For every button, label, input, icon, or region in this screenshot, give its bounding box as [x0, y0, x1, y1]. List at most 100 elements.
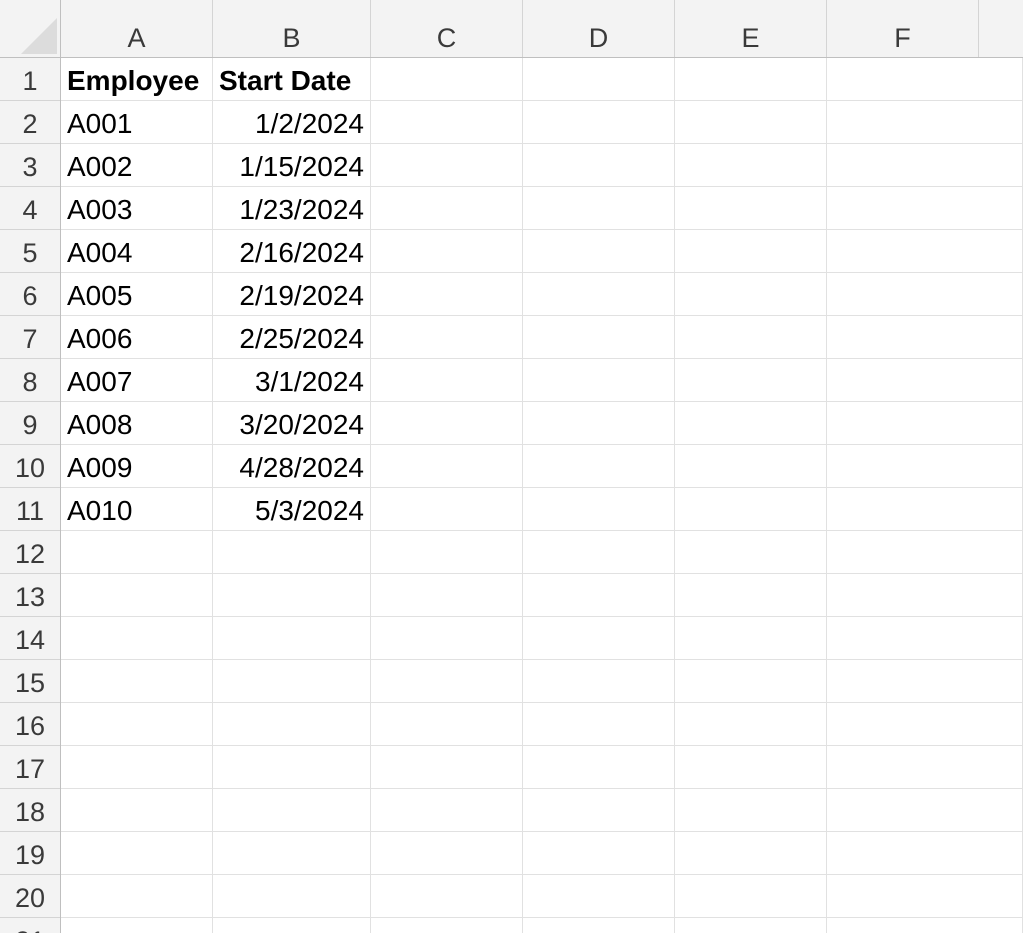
cell-a8[interactable]: A007	[61, 359, 213, 402]
column-header-f[interactable]: F	[827, 0, 979, 57]
cell-c19[interactable]	[371, 832, 523, 875]
cell-c15[interactable]	[371, 660, 523, 703]
row-header-19[interactable]: 19	[0, 832, 60, 875]
cell-b5[interactable]: 2/16/2024	[213, 230, 371, 273]
cell-d2[interactable]	[523, 101, 675, 144]
cell-d4[interactable]	[523, 187, 675, 230]
cell-a19[interactable]	[61, 832, 213, 875]
cell-d18[interactable]	[523, 789, 675, 832]
cell-d14[interactable]	[523, 617, 675, 660]
cell-c21[interactable]	[371, 918, 523, 933]
cell-d13[interactable]	[523, 574, 675, 617]
cell-a18[interactable]	[61, 789, 213, 832]
cell-c7[interactable]	[371, 316, 523, 359]
cell-e8[interactable]	[675, 359, 827, 402]
cell-d1[interactable]	[523, 58, 675, 101]
row-header-1[interactable]: 1	[0, 58, 60, 101]
cell-d6[interactable]	[523, 273, 675, 316]
row-header-10[interactable]: 10	[0, 445, 60, 488]
cell-b19[interactable]	[213, 832, 371, 875]
cell-c6[interactable]	[371, 273, 523, 316]
cell-f1[interactable]	[827, 58, 1023, 101]
row-header-15[interactable]: 15	[0, 660, 60, 703]
cell-e6[interactable]	[675, 273, 827, 316]
cell-a5[interactable]: A004	[61, 230, 213, 273]
cell-a11[interactable]: A010	[61, 488, 213, 531]
cell-e18[interactable]	[675, 789, 827, 832]
cell-a14[interactable]	[61, 617, 213, 660]
cell-e12[interactable]	[675, 531, 827, 574]
row-header-5[interactable]: 5	[0, 230, 60, 273]
cell-e13[interactable]	[675, 574, 827, 617]
cell-d17[interactable]	[523, 746, 675, 789]
row-header-9[interactable]: 9	[0, 402, 60, 445]
cell-b8[interactable]: 3/1/2024	[213, 359, 371, 402]
row-header-7[interactable]: 7	[0, 316, 60, 359]
cell-f3[interactable]	[827, 144, 1023, 187]
cell-b6[interactable]: 2/19/2024	[213, 273, 371, 316]
cell-c20[interactable]	[371, 875, 523, 918]
cell-a12[interactable]	[61, 531, 213, 574]
cell-a21[interactable]	[61, 918, 213, 933]
cell-c3[interactable]	[371, 144, 523, 187]
cell-c2[interactable]	[371, 101, 523, 144]
cell-a6[interactable]: A005	[61, 273, 213, 316]
cell-e16[interactable]	[675, 703, 827, 746]
cell-f12[interactable]	[827, 531, 1023, 574]
cell-e4[interactable]	[675, 187, 827, 230]
cell-d7[interactable]	[523, 316, 675, 359]
cell-b10[interactable]: 4/28/2024	[213, 445, 371, 488]
cell-d16[interactable]	[523, 703, 675, 746]
cell-d12[interactable]	[523, 531, 675, 574]
cell-b18[interactable]	[213, 789, 371, 832]
row-header-6[interactable]: 6	[0, 273, 60, 316]
cell-a15[interactable]	[61, 660, 213, 703]
row-header-8[interactable]: 8	[0, 359, 60, 402]
cell-a7[interactable]: A006	[61, 316, 213, 359]
cell-d10[interactable]	[523, 445, 675, 488]
cell-d8[interactable]	[523, 359, 675, 402]
row-header-12[interactable]: 12	[0, 531, 60, 574]
cell-f6[interactable]	[827, 273, 1023, 316]
cell-c10[interactable]	[371, 445, 523, 488]
row-header-11[interactable]: 11	[0, 488, 60, 531]
cell-c1[interactable]	[371, 58, 523, 101]
cell-a10[interactable]: A009	[61, 445, 213, 488]
cell-b3[interactable]: 1/15/2024	[213, 144, 371, 187]
row-header-17[interactable]: 17	[0, 746, 60, 789]
cell-d21[interactable]	[523, 918, 675, 933]
cell-e19[interactable]	[675, 832, 827, 875]
cell-c4[interactable]	[371, 187, 523, 230]
cell-e20[interactable]	[675, 875, 827, 918]
cell-f7[interactable]	[827, 316, 1023, 359]
select-all-button[interactable]	[0, 0, 61, 58]
cell-e10[interactable]	[675, 445, 827, 488]
column-header-b[interactable]: B	[213, 0, 371, 57]
cell-c17[interactable]	[371, 746, 523, 789]
row-header-16[interactable]: 16	[0, 703, 60, 746]
cell-f20[interactable]	[827, 875, 1023, 918]
cell-a4[interactable]: A003	[61, 187, 213, 230]
cell-d11[interactable]	[523, 488, 675, 531]
cell-b21[interactable]	[213, 918, 371, 933]
cell-e21[interactable]	[675, 918, 827, 933]
cell-a20[interactable]	[61, 875, 213, 918]
cell-f18[interactable]	[827, 789, 1023, 832]
cell-b1[interactable]: Start Date	[213, 58, 371, 101]
cell-f19[interactable]	[827, 832, 1023, 875]
cell-a17[interactable]	[61, 746, 213, 789]
column-header-e[interactable]: E	[675, 0, 827, 57]
cell-e17[interactable]	[675, 746, 827, 789]
cell-a9[interactable]: A008	[61, 402, 213, 445]
cell-d15[interactable]	[523, 660, 675, 703]
cell-c12[interactable]	[371, 531, 523, 574]
cell-e14[interactable]	[675, 617, 827, 660]
cell-b9[interactable]: 3/20/2024	[213, 402, 371, 445]
cell-d19[interactable]	[523, 832, 675, 875]
cell-e3[interactable]	[675, 144, 827, 187]
cell-c16[interactable]	[371, 703, 523, 746]
cell-e15[interactable]	[675, 660, 827, 703]
cell-c18[interactable]	[371, 789, 523, 832]
cell-a1[interactable]: Employee	[61, 58, 213, 101]
cell-b16[interactable]	[213, 703, 371, 746]
